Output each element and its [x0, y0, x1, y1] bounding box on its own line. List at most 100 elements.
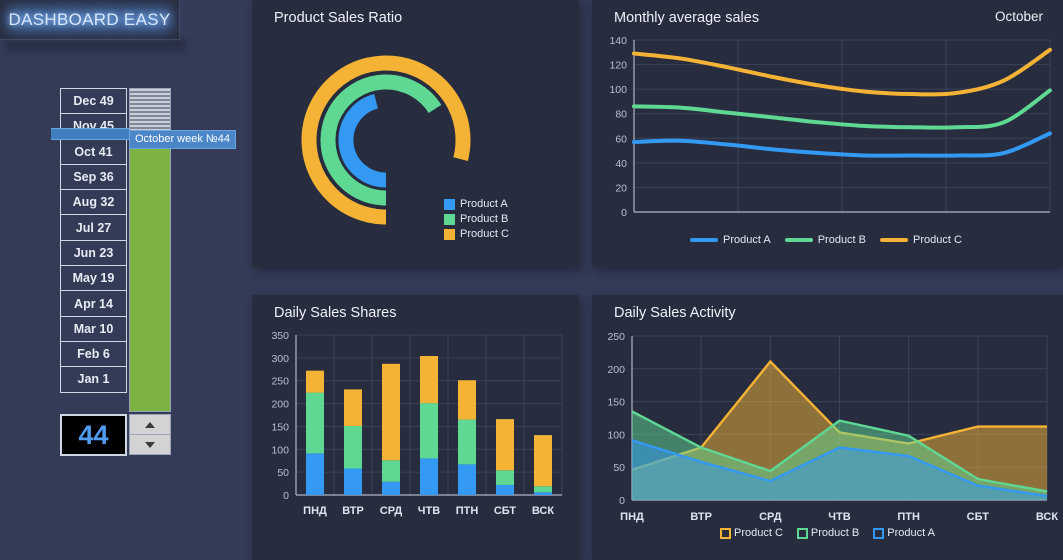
legend-label: Product C — [460, 228, 509, 240]
legend-swatch-icon — [444, 198, 455, 210]
week-spinner[interactable] — [129, 414, 171, 456]
legend-label: Product B — [817, 234, 867, 246]
monthly-average-sales-panel: Monthly average sales October 0 20 40 60 80 1… — [592, 0, 1063, 267]
x-tick-label: ПТН — [456, 505, 479, 517]
activity-legend: Product C Product B Product A — [720, 527, 935, 539]
x-tick-label: ВТР — [690, 511, 712, 523]
spinner-down-button[interactable] — [129, 434, 171, 455]
month-cell[interactable]: Jul 27 — [60, 214, 127, 241]
month-cell[interactable]: Aug 32 — [60, 189, 127, 216]
legend-label: Product A — [887, 527, 935, 539]
spinner-up-button[interactable] — [129, 414, 171, 435]
month-cell[interactable]: Apr 14 — [60, 290, 127, 317]
x-tick-label: СРД — [759, 511, 782, 523]
y-tick-label: 20 — [615, 182, 627, 194]
month-cell[interactable]: Feb 6 — [60, 340, 127, 368]
monthly-period-label: October — [994, 9, 1043, 24]
y-tick-label: 0 — [619, 495, 625, 507]
bar-segment — [458, 419, 476, 465]
bar-segment — [344, 425, 362, 469]
y-tick-label: 50 — [277, 467, 289, 479]
month-cell[interactable]: Mar 10 — [60, 315, 127, 342]
legend-swatch-icon — [444, 213, 455, 225]
y-tick-label: 100 — [609, 84, 627, 96]
bar-segment — [382, 481, 400, 495]
legend-label: Product C — [734, 527, 783, 539]
y-tick-label: 120 — [609, 60, 627, 72]
x-tick-label: ВСК — [532, 505, 554, 517]
bar-segment — [382, 460, 400, 482]
x-tick-label: ЧТВ — [418, 505, 440, 517]
month-cell[interactable]: Sep 36 — [60, 163, 127, 191]
x-tick-label: ПНД — [303, 505, 327, 517]
y-tick-label: 250 — [271, 376, 289, 388]
legend-swatch-icon — [873, 527, 885, 539]
legend-item: Product A — [690, 234, 771, 246]
bar-segment — [496, 470, 514, 485]
bar-segment — [534, 435, 552, 487]
ratio-donut-chart — [301, 55, 471, 225]
legend-label: Product C — [913, 234, 962, 246]
title-shadow — [6, 40, 186, 56]
legend-line-icon — [784, 238, 813, 242]
bar-segment — [344, 468, 362, 495]
y-tick-label: 40 — [615, 158, 627, 170]
x-tick-label: ВТР — [342, 505, 364, 517]
legend-item: Product A — [873, 527, 935, 539]
month-cell[interactable]: May 19 — [60, 265, 127, 292]
x-tick-label: ПНД — [620, 511, 644, 523]
ratio-legend: Product A Product B Product C — [444, 198, 509, 243]
month-cell[interactable]: Oct 41 — [60, 138, 127, 165]
legend-item: Product B — [796, 527, 860, 539]
legend-item: Product C — [720, 527, 783, 539]
legend-item: Product A — [444, 198, 509, 210]
monthly-legend: Product A Product B Product C — [690, 234, 962, 246]
x-tick-label: ВСК — [1036, 511, 1058, 523]
x-tick-label: СРД — [380, 505, 403, 517]
shares-panel-title: Daily Sales Shares — [274, 305, 397, 321]
legend-item: Product C — [880, 234, 962, 246]
bar-segment — [382, 363, 400, 461]
y-tick-label: 100 — [607, 429, 625, 441]
bar-segment — [496, 419, 514, 471]
legend-item: Product C — [444, 228, 509, 240]
y-tick-label: 150 — [271, 421, 289, 433]
bar-segment — [420, 356, 438, 404]
slider-handle[interactable] — [51, 128, 129, 140]
legend-label: Product A — [723, 234, 771, 246]
dashboard-title-plate: DASHBOARD EASY — [0, 0, 180, 40]
legend-swatch-icon — [796, 527, 808, 539]
shares-bar-chart: 0 50 100 150 200 250 300 350 ПНД ВТР СРД ЧТВ ПТН СБТ В… — [271, 330, 563, 517]
slider-tooltip: October week №44 — [129, 130, 236, 149]
bar-segment — [344, 389, 362, 426]
legend-item: Product B — [784, 234, 867, 246]
bar-segment — [420, 458, 438, 495]
legend-label: Product B — [810, 527, 860, 539]
bar-segment — [534, 492, 552, 495]
legend-line-icon — [690, 238, 718, 242]
y-tick-label: 250 — [607, 331, 625, 343]
ratio-panel-title: Product Sales Ratio — [274, 10, 403, 26]
x-tick-label: ПТН — [897, 511, 920, 523]
y-tick-label: 200 — [271, 399, 289, 411]
y-tick-label: 0 — [283, 490, 289, 502]
legend-item: Product B — [444, 213, 509, 225]
legend-label: Product B — [460, 213, 509, 225]
month-cell[interactable]: Jun 23 — [60, 239, 127, 267]
triangle-up-icon — [145, 421, 155, 428]
product-sales-ratio-panel: Product Sales Ratio Product A Product B Pr… — [252, 0, 579, 267]
month-cell[interactable]: Jan 1 — [60, 366, 127, 393]
bar-segment — [306, 453, 324, 495]
bar-segment — [306, 392, 324, 454]
activity-panel-title: Daily Sales Activity — [614, 305, 736, 321]
legend-label: Product A — [460, 198, 508, 210]
bar-segment — [420, 403, 438, 459]
bar-segment — [496, 484, 514, 495]
y-tick-label: 200 — [607, 364, 625, 376]
y-tick-label: 300 — [271, 353, 289, 365]
month-cell[interactable]: Dec 49 — [60, 88, 127, 115]
page-title: DASHBOARD EASY — [8, 9, 171, 29]
donut-arc-product-a — [338, 93, 387, 188]
x-tick-label: СБТ — [967, 511, 990, 523]
y-tick-label: 140 — [609, 35, 627, 47]
